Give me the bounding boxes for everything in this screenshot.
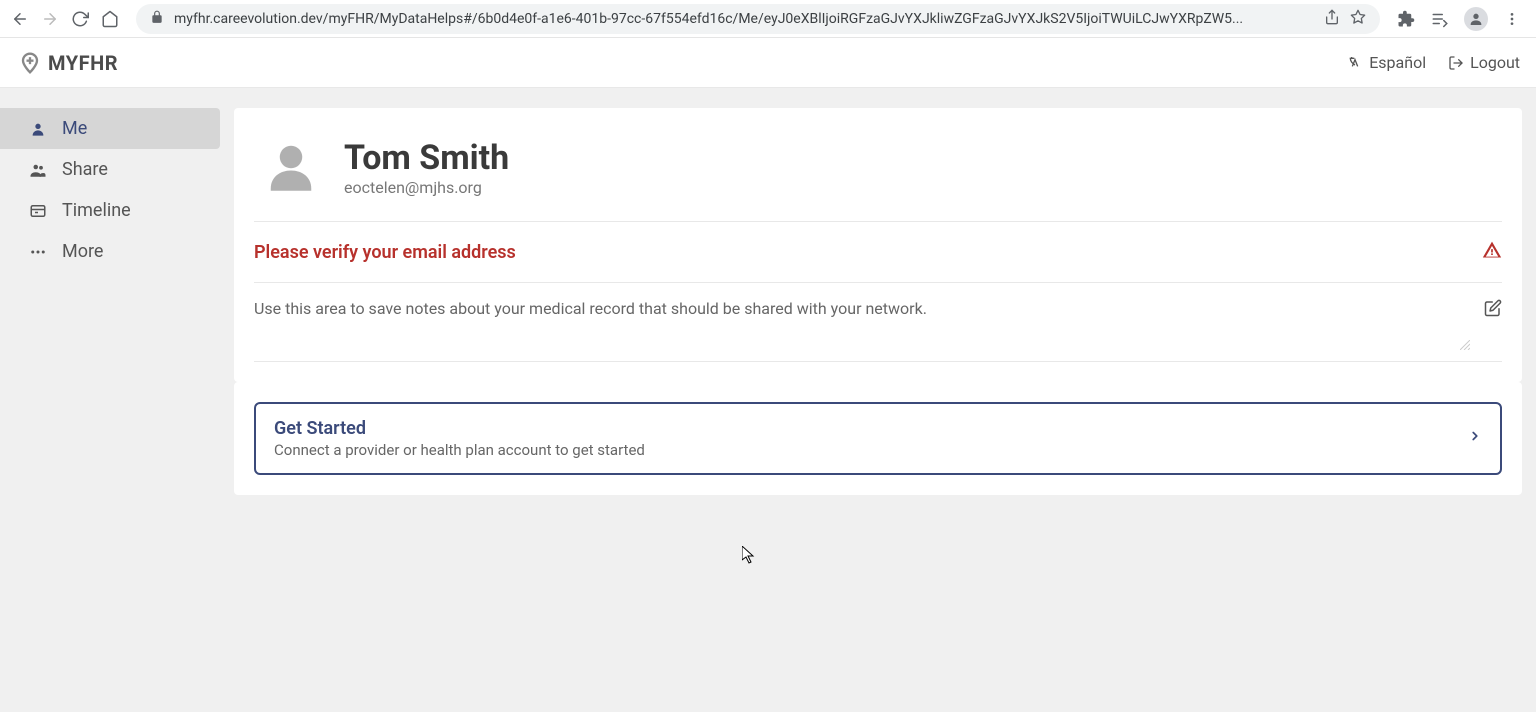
sidebar-item-label: More: [62, 241, 103, 262]
main-content: Tom Smith eoctelen@mjhs.org Please verif…: [220, 88, 1536, 712]
url-text: myfhr.careevolution.dev/myFHR/MyDataHelp…: [174, 11, 1314, 27]
share-url-icon[interactable]: [1324, 9, 1340, 29]
sidebar-item-share[interactable]: Share: [0, 149, 220, 190]
more-icon: [28, 243, 48, 261]
warning-icon: [1482, 240, 1502, 264]
logout-button[interactable]: Logout: [1448, 53, 1520, 72]
profile-avatar-icon[interactable]: [1464, 7, 1488, 31]
sidebar: Me Share Timeline More: [0, 88, 220, 712]
users-icon: [28, 161, 48, 179]
edit-icon[interactable]: [1484, 299, 1502, 321]
language-label: Español: [1369, 53, 1426, 72]
profile-name: Tom Smith: [344, 138, 509, 178]
notes-row: Use this area to save notes about your m…: [254, 283, 1502, 362]
extensions-icon[interactable]: [1396, 9, 1416, 29]
lock-icon: [150, 10, 164, 28]
get-started-button[interactable]: Get Started Connect a provider or health…: [254, 402, 1502, 475]
language-button[interactable]: Español: [1347, 53, 1426, 72]
reload-icon[interactable]: [70, 9, 90, 29]
alert-row[interactable]: Please verify your email address: [254, 222, 1502, 283]
back-icon[interactable]: [10, 9, 30, 29]
browser-toolbar: myfhr.careevolution.dev/myFHR/MyDataHelp…: [0, 0, 1536, 38]
timeline-icon: [28, 202, 48, 220]
sidebar-item-timeline[interactable]: Timeline: [0, 190, 220, 231]
get-started-text: Get Started Connect a provider or health…: [274, 418, 645, 459]
profile-card: Tom Smith eoctelen@mjhs.org Please verif…: [234, 108, 1522, 382]
profile-email: eoctelen@mjhs.org: [344, 178, 509, 197]
reading-list-icon[interactable]: [1430, 9, 1450, 29]
address-bar[interactable]: myfhr.careevolution.dev/myFHR/MyDataHelp…: [136, 4, 1380, 34]
chevron-right-icon: [1468, 426, 1482, 451]
app-body: Me Share Timeline More: [0, 88, 1536, 712]
get-started-title: Get Started: [274, 418, 645, 439]
get-started-card: Get Started Connect a provider or health…: [234, 382, 1522, 495]
user-icon: [28, 121, 48, 137]
forward-icon[interactable]: [40, 9, 60, 29]
sidebar-item-label: Timeline: [62, 200, 131, 221]
star-icon[interactable]: [1350, 9, 1366, 29]
sidebar-item-more[interactable]: More: [0, 231, 220, 272]
sidebar-item-label: Me: [62, 118, 87, 139]
resize-handle-icon[interactable]: [1460, 339, 1470, 353]
profile-row: Tom Smith eoctelen@mjhs.org: [254, 138, 1502, 222]
notes-placeholder[interactable]: Use this area to save notes about your m…: [254, 299, 927, 321]
toolbar-right: [1396, 7, 1526, 31]
logout-label: Logout: [1470, 53, 1520, 72]
app-header: MYFHR Español Logout: [0, 38, 1536, 88]
menu-icon[interactable]: [1502, 9, 1522, 29]
sidebar-item-me[interactable]: Me: [0, 108, 220, 149]
home-icon[interactable]: [100, 9, 120, 29]
logo-text: MYFHR: [48, 51, 118, 75]
avatar-icon: [264, 139, 318, 197]
profile-info: Tom Smith eoctelen@mjhs.org: [344, 138, 509, 197]
alert-text: Please verify your email address: [254, 242, 516, 263]
sidebar-item-label: Share: [62, 159, 108, 180]
logo[interactable]: MYFHR: [16, 49, 118, 77]
get-started-subtitle: Connect a provider or health plan accoun…: [274, 441, 645, 459]
header-right: Español Logout: [1347, 53, 1520, 72]
